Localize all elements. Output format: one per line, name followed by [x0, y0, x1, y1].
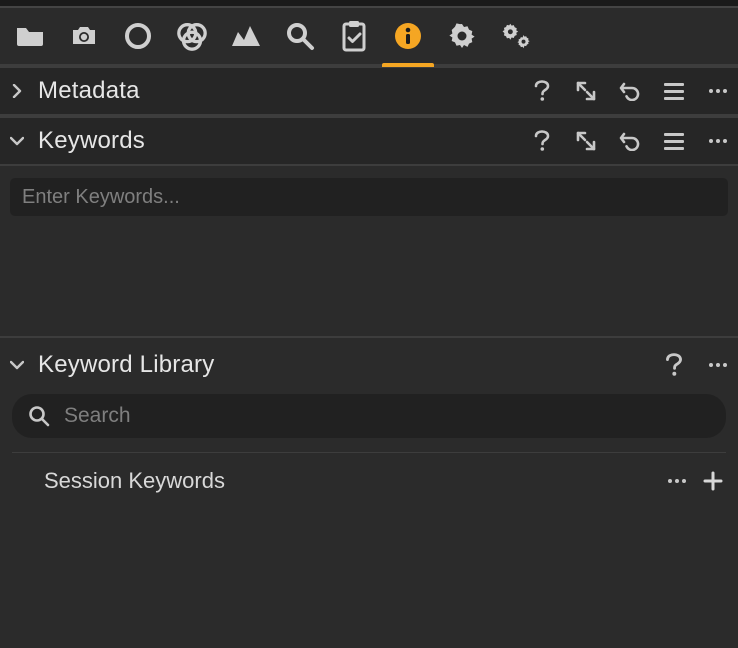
info-icon[interactable] — [392, 20, 424, 52]
histogram-icon[interactable] — [230, 20, 262, 52]
keyword-library-search-input[interactable] — [64, 404, 710, 428]
keywords-panel: Keywords — [0, 116, 738, 336]
top-app-edge — [0, 0, 738, 8]
search-icon — [28, 405, 50, 427]
keywords-body — [0, 166, 738, 336]
metadata-panel: Metadata — [0, 66, 738, 116]
camera-icon[interactable] — [68, 20, 100, 52]
more-icon[interactable] — [664, 468, 690, 494]
hamburger-icon[interactable] — [662, 79, 686, 103]
help-icon[interactable] — [662, 353, 686, 377]
expand-icon[interactable] — [574, 79, 598, 103]
help-icon[interactable] — [530, 79, 554, 103]
chevron-down-icon[interactable] — [8, 356, 26, 374]
folder-icon[interactable] — [14, 20, 46, 52]
help-icon[interactable] — [530, 129, 554, 153]
chevron-down-icon[interactable] — [8, 132, 26, 150]
circle-icon[interactable] — [122, 20, 154, 52]
divider — [12, 452, 726, 453]
keyword-library-search[interactable] — [12, 394, 726, 438]
session-keywords-row[interactable]: Session Keywords — [0, 457, 738, 505]
more-icon[interactable] — [706, 353, 730, 377]
keyword-library-panel: Keyword Library Session Keywords — [0, 336, 738, 505]
keywords-panel-header[interactable]: Keywords — [0, 118, 738, 166]
more-icon[interactable] — [706, 79, 730, 103]
reset-icon[interactable] — [618, 129, 642, 153]
tool-tabs-toolbar — [0, 8, 738, 66]
hamburger-icon[interactable] — [662, 129, 686, 153]
plus-icon[interactable] — [700, 468, 726, 494]
color-profile-icon[interactable] — [176, 20, 208, 52]
keyword-library-title: Keyword Library — [38, 351, 214, 379]
chevron-right-icon[interactable] — [8, 82, 26, 100]
reset-icon[interactable] — [618, 79, 642, 103]
metadata-title: Metadata — [38, 77, 140, 105]
metadata-panel-header[interactable]: Metadata — [0, 68, 738, 116]
gear-icon[interactable] — [446, 20, 478, 52]
gears-icon[interactable] — [500, 20, 532, 52]
session-keywords-label: Session Keywords — [44, 468, 225, 494]
keywords-input[interactable] — [10, 178, 728, 216]
keywords-title: Keywords — [38, 127, 145, 155]
more-icon[interactable] — [706, 129, 730, 153]
magnifier-icon[interactable] — [284, 20, 316, 52]
expand-icon[interactable] — [574, 129, 598, 153]
clipboard-check-icon[interactable] — [338, 20, 370, 52]
keyword-library-header[interactable]: Keyword Library — [0, 338, 738, 392]
